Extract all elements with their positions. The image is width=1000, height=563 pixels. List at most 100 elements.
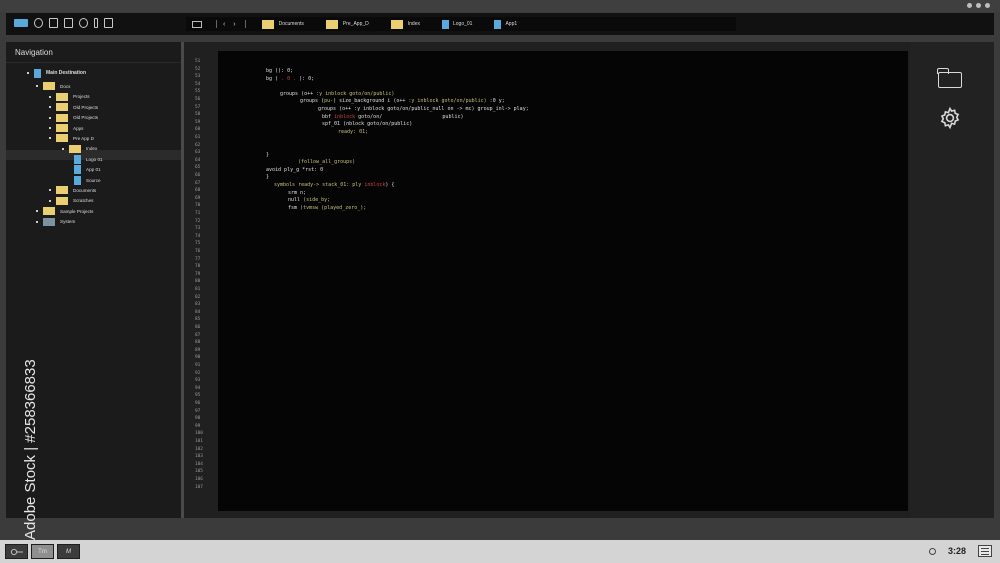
expand-arrow-icon[interactable] <box>49 127 51 129</box>
tree-item[interactable]: Scratches <box>49 196 93 206</box>
expand-arrow-icon[interactable] <box>49 95 51 98</box>
breadcrumb-label: Documents <box>278 21 304 27</box>
tree-item[interactable]: Index <box>62 144 97 154</box>
code-token: ) size_background i (o++ <box>333 98 409 105</box>
menu-icon[interactable] <box>978 545 992 557</box>
code-token: bg ( <box>266 75 279 82</box>
breadcrumb-item[interactable]: Logo_01 <box>442 19 473 29</box>
cloud-icon[interactable] <box>34 18 43 28</box>
code-line: bg ( . 0 . ): 0; <box>266 75 314 83</box>
breadcrumb-item[interactable]: Pre_App_D <box>325 19 369 29</box>
tree-item-label: Docs <box>60 83 71 89</box>
title-strip <box>0 0 1000 12</box>
expand-arrow-icon[interactable] <box>49 189 51 192</box>
code-line: } <box>266 173 269 181</box>
file-icon <box>74 154 81 164</box>
expand-arrow-icon[interactable] <box>36 220 38 223</box>
bookmark-icon[interactable] <box>49 18 58 28</box>
expand-arrow-icon[interactable] <box>36 210 38 213</box>
tree-item[interactable]: Pre App D <box>49 133 94 143</box>
tree-item[interactable]: Main Destination <box>27 68 86 78</box>
tree-item-label: Sample Projects <box>60 208 94 214</box>
folder-icon <box>56 134 68 143</box>
tree-item[interactable]: Docs <box>36 81 70 91</box>
expand-arrow-icon[interactable] <box>49 106 51 109</box>
code-token: symbols ready-> stack_01: ply <box>274 182 365 188</box>
pen-icon[interactable] <box>94 18 98 28</box>
nav-title: Navigation <box>15 48 53 57</box>
file-icon <box>494 19 502 29</box>
code-token: pu- <box>324 98 334 105</box>
breadcrumb-item[interactable]: Documents <box>261 19 304 29</box>
path-bar[interactable]: ‹ › Documents Pre_App_D Index Logo_01 App1 <box>186 17 736 31</box>
file-icon <box>74 165 81 175</box>
divider <box>244 20 246 28</box>
breadcrumb-label: Pre_App_D <box>342 21 369 27</box>
code-token: :y inblock goto/on/public) <box>316 90 395 97</box>
tree-item[interactable]: Old Projects <box>49 113 98 123</box>
code-token: } <box>266 151 270 158</box>
copy-icon[interactable] <box>64 18 73 28</box>
divider <box>216 20 217 28</box>
trash-icon[interactable] <box>104 18 113 28</box>
code-token: groups ( <box>300 98 325 105</box>
gear-icon[interactable] <box>938 106 962 130</box>
tree-item-label: Documents <box>73 187 97 193</box>
tree-item-label: Old Projects <box>73 115 99 121</box>
window-dot-icon[interactable] <box>967 3 972 8</box>
breadcrumb-label: Logo_01 <box>453 21 473 27</box>
tree-item[interactable]: App 01 <box>74 165 101 175</box>
grid-view-icon[interactable] <box>192 20 202 28</box>
code-token: inblock <box>364 182 386 188</box>
mail-button[interactable]: M <box>57 544 80 559</box>
divider <box>6 62 181 63</box>
folder-icon <box>56 186 68 195</box>
expand-arrow-icon[interactable] <box>49 137 51 140</box>
expand-arrow-icon[interactable] <box>27 72 29 74</box>
code-token: (follow_all_groups) <box>298 159 356 166</box>
file-icon <box>74 175 81 185</box>
refresh-icon[interactable] <box>79 18 88 28</box>
code-token: . 0 . <box>278 75 300 82</box>
breadcrumb-item[interactable]: App1 <box>494 19 517 29</box>
tree-item[interactable]: Documents <box>49 185 96 195</box>
terminal-button[interactable]: Tm <box>31 544 54 559</box>
folder-icon <box>43 82 55 91</box>
tree-item[interactable]: Logo 01 <box>74 154 103 164</box>
code-token: avoid ply_g *rst: 0 <box>266 166 324 173</box>
window-dot-icon[interactable] <box>976 3 981 8</box>
tree-item[interactable]: Apps <box>49 123 83 133</box>
search-key-button[interactable] <box>5 544 28 559</box>
tree-item-label: Projects <box>73 94 90 100</box>
breadcrumb-label: Index <box>407 21 420 27</box>
folder-icon <box>56 103 68 112</box>
tree-item[interactable]: Source <box>74 175 101 185</box>
file-icon <box>442 19 449 29</box>
tree-item[interactable]: System <box>36 217 75 227</box>
tree-item[interactable]: Old Projects <box>49 102 98 112</box>
code-token: spf_01 (nblock goto/on/public) <box>322 121 413 128</box>
code-area[interactable]: bg (): 0; bg ( . 0 . ): 0; groups (o++ :y … <box>218 51 908 511</box>
expand-arrow-icon[interactable] <box>36 85 38 88</box>
folder-icon <box>56 113 68 122</box>
breadcrumb-item[interactable]: Index <box>390 19 420 29</box>
code-token: (tvmsw (played_zero_); <box>300 204 367 211</box>
code-line: avoid ply_g *rst: 0 <box>266 166 323 174</box>
window-controls[interactable] <box>967 3 990 8</box>
expand-arrow-icon[interactable] <box>49 116 51 119</box>
code-token: :0 y; <box>486 98 505 105</box>
window-dot-icon[interactable] <box>985 3 990 8</box>
code-token: goto/on/ public) <box>355 113 464 120</box>
tree-item-label: System <box>60 219 76 225</box>
window-icon[interactable] <box>14 19 28 27</box>
expand-arrow-icon[interactable] <box>62 147 64 150</box>
folder-icon[interactable] <box>937 68 962 88</box>
nav-arrows-icon[interactable]: ‹ › <box>223 21 239 28</box>
code-token: null <box>288 197 304 204</box>
tree-item[interactable]: Sample Projects <box>36 206 93 216</box>
code-token: ) { <box>385 182 395 188</box>
expand-arrow-icon[interactable] <box>49 199 51 202</box>
drive-icon <box>43 217 55 226</box>
tree-item[interactable]: Projects <box>49 92 90 102</box>
code-token: ready: 01; <box>338 128 369 135</box>
